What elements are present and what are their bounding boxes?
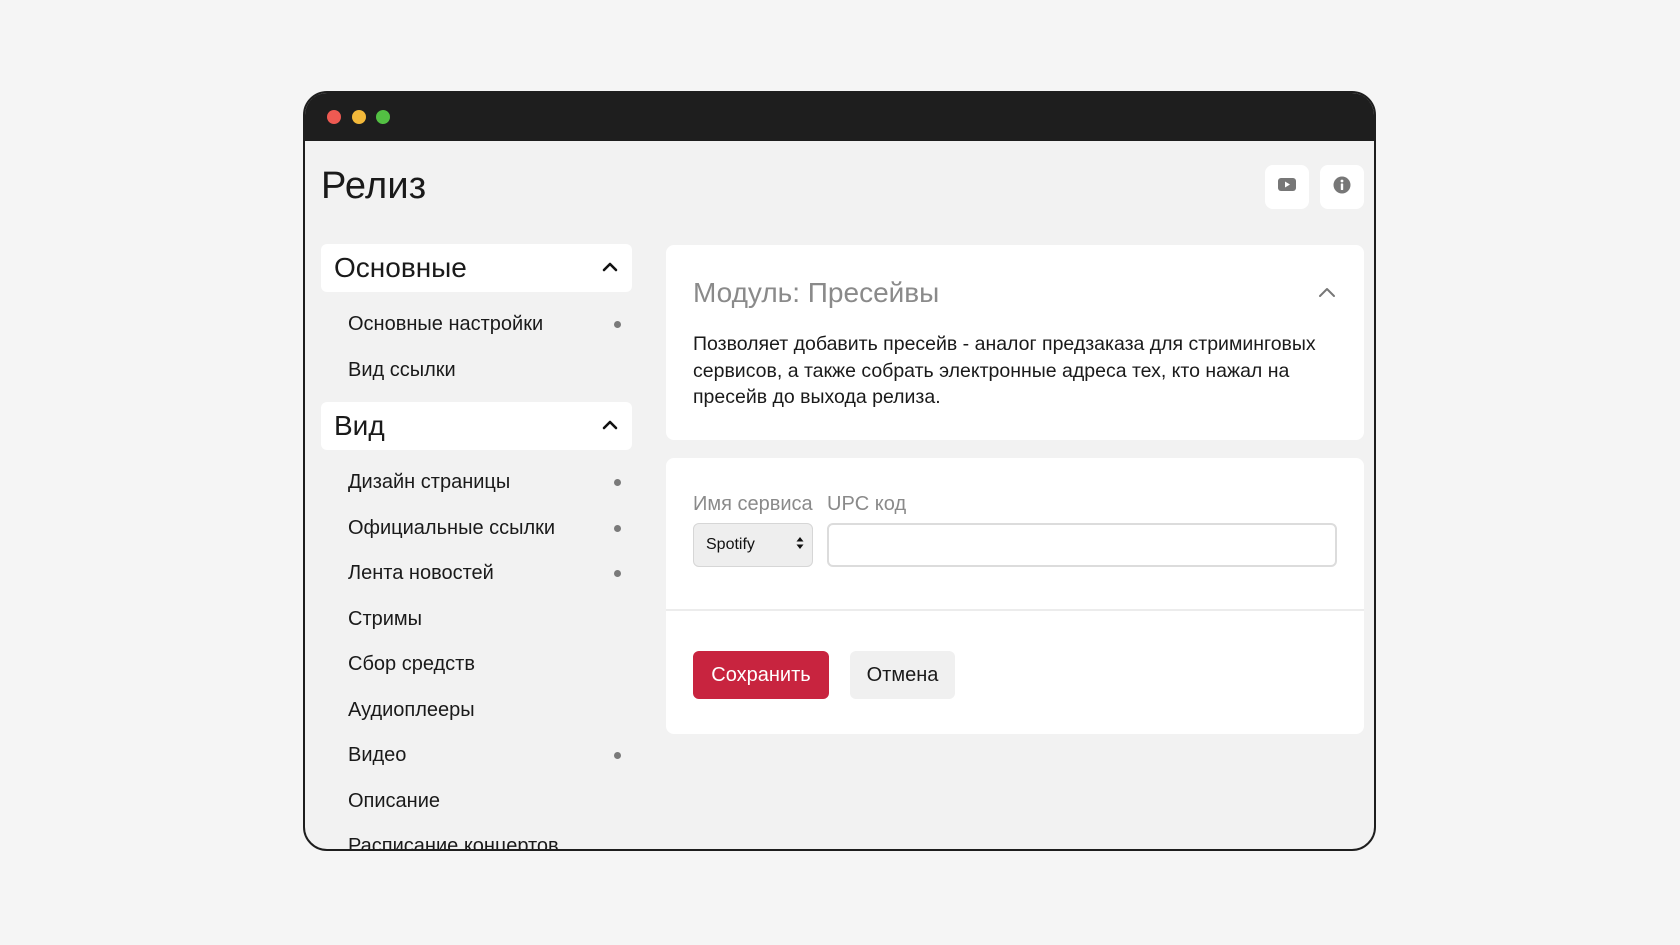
upc-code-input[interactable] [827, 523, 1337, 567]
sidebar-item-main-settings[interactable]: Основные настройки [321, 302, 632, 348]
sidebar-item-video[interactable]: Видео [321, 733, 632, 779]
sidebar-item-audio-players[interactable]: Аудиоплееры [321, 688, 632, 734]
window-titlebar [305, 93, 1374, 141]
sidebar-group-title: Вид [334, 410, 385, 441]
sidebar-item-page-design[interactable]: Дизайн страницы [321, 460, 632, 506]
sidebar-item-news-feed[interactable]: Лента новостей [321, 551, 632, 597]
maximize-window-button[interactable] [376, 110, 390, 124]
app-window: Релиз Основные Основные настройки Вид сс… [303, 91, 1376, 851]
sidebar-item-label: Основные настройки [348, 313, 544, 336]
sidebar-item-label: Описание [348, 789, 441, 812]
sidebar-item-label: Дизайн страницы [348, 471, 511, 494]
minimize-window-button[interactable] [352, 110, 366, 124]
sidebar-item-description[interactable]: Описание [321, 779, 632, 825]
sidebar-group-view: Вид Дизайн страницы Официальные ссылки Л… [321, 402, 632, 849]
info-button[interactable] [1320, 165, 1364, 209]
status-dot [614, 524, 621, 532]
sidebar-item-official-links[interactable]: Официальные ссылки [321, 506, 632, 552]
divider [666, 609, 1364, 611]
service-select[interactable]: Spotify [693, 523, 813, 567]
chevron-up-icon [602, 417, 618, 435]
sidebar-group-main: Основные Основные настройки Вид ссылки [321, 244, 632, 399]
sidebar-item-label: Расписание концертов [348, 835, 559, 849]
chevron-up-icon[interactable] [1318, 285, 1336, 303]
status-dot [614, 321, 621, 329]
sidebar-group-title: Основные [334, 252, 467, 283]
sidebar-group-header-main[interactable]: Основные [321, 244, 632, 292]
sidebar-item-label: Вид ссылки [348, 358, 456, 381]
save-button[interactable]: Сохранить [693, 651, 829, 699]
close-window-button[interactable] [327, 110, 341, 124]
module-title: Модуль: Пресейвы [693, 277, 940, 308]
sidebar-item-label: Сбор средств [348, 653, 475, 676]
status-dot [614, 752, 621, 760]
sidebar: Основные Основные настройки Вид ссылки В… [321, 244, 632, 849]
youtube-icon [1278, 178, 1296, 196]
upc-code-label: UPC код [827, 493, 907, 515]
sidebar-item-label: Лента новостей [348, 562, 494, 585]
chevron-up-icon [602, 259, 618, 277]
cancel-button[interactable]: Отмена [850, 651, 955, 699]
sidebar-item-label: Стримы [348, 607, 423, 630]
sidebar-group-header-view[interactable]: Вид [321, 402, 632, 450]
status-dot [614, 570, 621, 578]
sidebar-item-fundraising[interactable]: Сбор средств [321, 642, 632, 688]
sidebar-item-concert-schedule[interactable]: Расписание концертов [321, 824, 632, 849]
sidebar-item-label: Аудиоплееры [348, 698, 475, 721]
presave-form-card: Имя сервиса UPC код Spotify Сохранить От… [666, 458, 1364, 734]
module-description: Позволяет добавить пресейв - аналог пред… [693, 333, 1316, 408]
sidebar-item-label: Видео [348, 744, 407, 767]
sidebar-item-streams[interactable]: Стримы [321, 597, 632, 643]
status-dot [614, 479, 621, 487]
module-info-card: Модуль: Пресейвы Позволяет добавить прес… [666, 245, 1364, 440]
select-arrows-icon [796, 536, 804, 555]
sidebar-item-label: Официальные ссылки [348, 516, 556, 539]
youtube-button[interactable] [1265, 165, 1309, 209]
info-icon [1333, 176, 1351, 199]
service-name-label: Имя сервиса [693, 493, 813, 515]
service-select-value: Spotify [706, 536, 755, 553]
page-title: Релиз [321, 165, 427, 207]
sidebar-item-link-view[interactable]: Вид ссылки [321, 348, 632, 394]
